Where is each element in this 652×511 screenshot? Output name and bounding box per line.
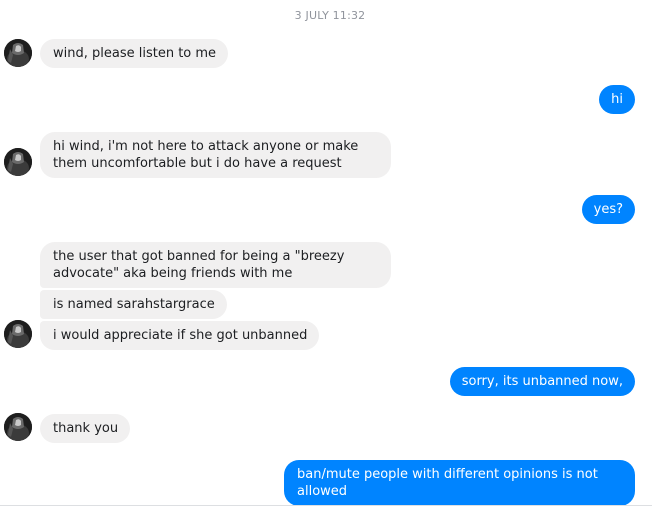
contact-avatar-icon[interactable] bbox=[4, 320, 32, 348]
contact-avatar-icon[interactable] bbox=[4, 413, 32, 441]
composer-divider bbox=[0, 505, 652, 506]
outgoing-message[interactable]: sorry, its unbanned now, bbox=[449, 367, 635, 396]
outgoing-message[interactable]: ban/mute people with different opinions … bbox=[284, 460, 635, 506]
incoming-message[interactable]: thank you bbox=[40, 414, 131, 443]
incoming-message[interactable]: is named sarahstargrace bbox=[40, 290, 227, 319]
incoming-message[interactable]: the user that got banned for being a "br… bbox=[40, 242, 391, 288]
outgoing-message[interactable]: hi bbox=[599, 85, 635, 114]
incoming-message[interactable]: i would appreciate if she got unbanned bbox=[40, 321, 320, 350]
contact-avatar-icon[interactable] bbox=[4, 39, 32, 67]
contact-avatar-icon[interactable] bbox=[4, 148, 32, 176]
outgoing-message[interactable]: yes? bbox=[581, 195, 635, 224]
incoming-message[interactable]: hi wind, i'm not here to attack anyone o… bbox=[40, 132, 391, 178]
incoming-message[interactable]: wind, please listen to me bbox=[40, 39, 229, 68]
conversation-timestamp: 3 JULY 11:32 bbox=[294, 9, 366, 22]
